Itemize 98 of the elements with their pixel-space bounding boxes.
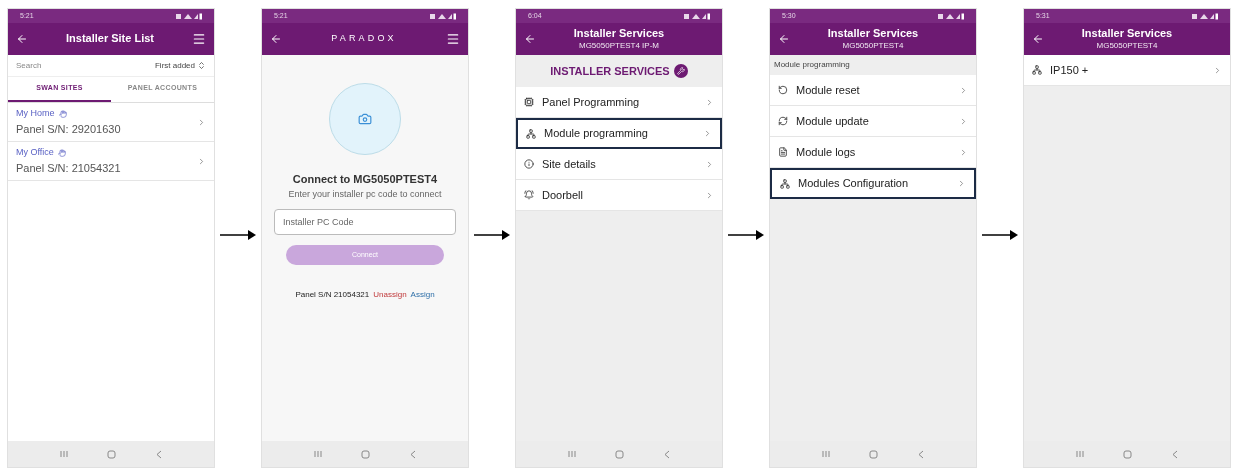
assign-link[interactable]: Assign: [410, 289, 435, 301]
screen-subtitle: MG5050PTEST4: [1096, 40, 1158, 51]
item-label: Modules Configuration: [798, 176, 910, 192]
hand-icon: [58, 109, 67, 118]
back-icon[interactable]: [1172, 449, 1179, 459]
brand-logo: PARADOX: [331, 33, 397, 45]
menu-icon[interactable]: [192, 32, 206, 46]
chevron-icon: [959, 85, 968, 95]
menu-item[interactable]: Site details: [516, 149, 722, 180]
sort-icon: [197, 61, 206, 70]
site-name: My Office: [16, 146, 54, 159]
hierarchy-icon: [526, 128, 536, 139]
item-label: Module programming: [544, 126, 649, 142]
chevron-icon: [197, 156, 206, 166]
home-icon[interactable]: [1123, 449, 1133, 459]
item-label: Module reset: [796, 82, 861, 98]
menu-item[interactable]: Module reset: [770, 75, 976, 106]
chevron-icon: [705, 159, 714, 169]
menu-icon[interactable]: [446, 32, 460, 46]
chevron-icon: [959, 147, 968, 157]
flow-arrow: [474, 230, 510, 240]
back-arrow-icon[interactable]: [1032, 33, 1044, 45]
menu-item[interactable]: Doorbell: [516, 180, 722, 211]
chevron-icon: [197, 117, 206, 127]
home-icon[interactable]: [615, 449, 625, 459]
panel-serial: Panel S/N: 21054321: [16, 160, 122, 176]
connect-subtitle: Enter your installer pc code to connect: [288, 187, 442, 201]
back-icon[interactable]: [918, 449, 925, 459]
home-icon[interactable]: [107, 449, 117, 459]
flow-arrow: [982, 230, 1018, 240]
screen-title: Installer Services: [1081, 27, 1173, 41]
back-icon[interactable]: [664, 449, 671, 459]
chevron-icon: [959, 116, 968, 126]
recent-apps-icon[interactable]: [313, 450, 322, 458]
pc-code-field[interactable]: Installer PC Code: [274, 209, 456, 235]
flow-arrow: [728, 230, 764, 240]
panel-serial: Panel S/N 21054321: [295, 289, 370, 301]
status-icons: [176, 12, 202, 20]
menu-item[interactable]: IP150 +: [1024, 55, 1230, 86]
section-title: INSTALLER SERVICES: [550, 63, 670, 79]
status-icons: [430, 12, 456, 20]
item-label: Module logs: [796, 144, 857, 160]
bell-icon: [524, 190, 534, 200]
site-name: My Home: [16, 107, 55, 120]
connect-heading: Connect to MG5050PTEST4: [292, 172, 438, 187]
item-label: Site details: [542, 156, 597, 172]
chevron-icon: [705, 97, 714, 107]
menu-item[interactable]: Panel Programming: [516, 87, 722, 118]
recent-apps-icon[interactable]: [567, 450, 576, 458]
chevron-icon: [703, 129, 712, 138]
home-icon[interactable]: [361, 449, 371, 459]
item-label: IP150 +: [1050, 62, 1090, 78]
chevron-icon: [705, 190, 714, 200]
menu-item[interactable]: Modules Configuration: [770, 168, 976, 199]
back-arrow-icon[interactable]: [16, 33, 28, 45]
chevron-icon: [957, 179, 966, 188]
flow-arrow: [220, 230, 256, 240]
refresh-icon: [778, 116, 788, 126]
reset-icon: [778, 85, 788, 95]
site-row[interactable]: My Office Panel S/N: 21054321: [8, 142, 214, 181]
status-icons: [684, 12, 710, 20]
back-icon[interactable]: [156, 449, 163, 459]
screen-title: Installer Services: [827, 27, 919, 41]
screen-subtitle: MG5050PTEST4 IP-M: [579, 40, 659, 51]
recent-apps-icon[interactable]: [59, 450, 68, 458]
recent-apps-icon[interactable]: [821, 450, 830, 458]
back-arrow-icon[interactable]: [270, 33, 282, 45]
back-arrow-icon[interactable]: [524, 33, 536, 45]
back-arrow-icon[interactable]: [778, 33, 790, 45]
screen-title: Installer Site List: [66, 32, 154, 46]
back-icon[interactable]: [410, 449, 417, 459]
screen-subtitle: MG5050PTEST4: [842, 40, 904, 51]
item-label: Doorbell: [542, 187, 584, 203]
chevron-icon: [1213, 65, 1222, 75]
status-icons: [1192, 12, 1218, 20]
chip-icon: [524, 97, 534, 107]
screen-title: Installer Services: [573, 27, 665, 41]
menu-item[interactable]: Module logs: [770, 137, 976, 168]
camera-icon: [358, 112, 372, 126]
panel-serial: Panel S/N: 29201630: [16, 121, 122, 137]
info-icon: [524, 159, 534, 169]
unassign-link[interactable]: Unassign: [373, 289, 407, 301]
document-icon: [778, 147, 788, 157]
hand-icon: [57, 148, 66, 157]
home-icon[interactable]: [869, 449, 879, 459]
wrench-icon: [673, 64, 688, 78]
item-label: Module update: [796, 113, 870, 129]
search-field[interactable]: Search: [16, 59, 116, 72]
site-row[interactable]: My Home Panel S/N: 29201630: [8, 103, 214, 142]
hierarchy-icon: [1032, 65, 1042, 75]
menu-item[interactable]: Module update: [770, 106, 976, 137]
recent-apps-icon[interactable]: [1075, 450, 1084, 458]
hierarchy-icon: [780, 178, 790, 189]
item-label: Panel Programming: [542, 94, 641, 110]
status-icons: [938, 12, 964, 20]
section-title: Module programming: [774, 59, 850, 71]
sort-selector[interactable]: First added: [154, 59, 206, 72]
menu-item[interactable]: Module programming: [516, 118, 722, 149]
